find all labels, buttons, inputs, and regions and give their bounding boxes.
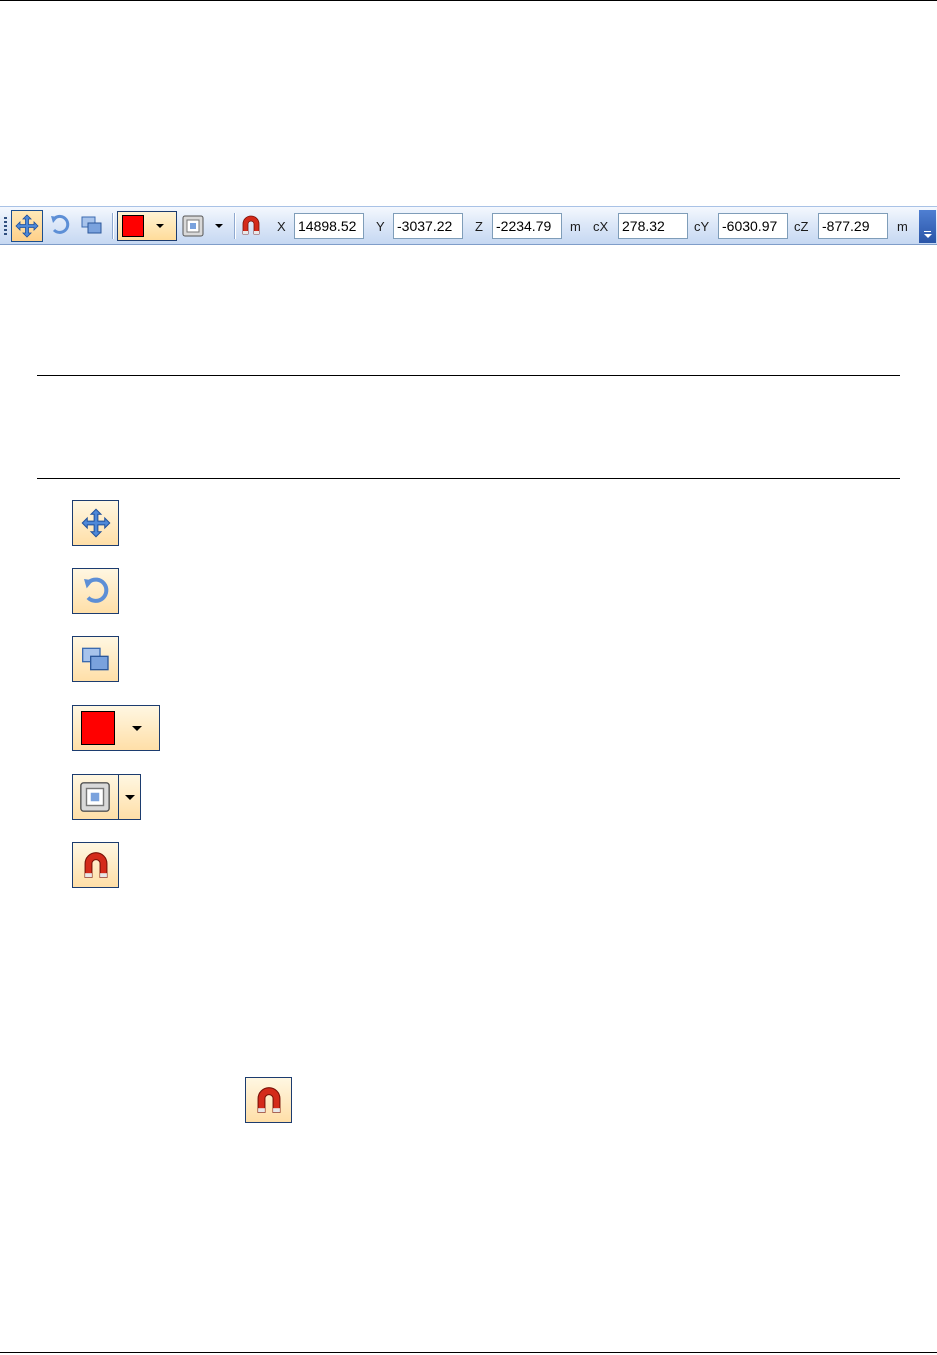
snap-button-inline[interactable] <box>245 1077 292 1123</box>
table-rule <box>37 478 900 479</box>
y-input[interactable] <box>393 213 463 239</box>
layer-button-large[interactable] <box>72 636 119 682</box>
move-icon <box>15 214 39 238</box>
snap-button[interactable] <box>236 210 266 240</box>
fill-style-icon <box>182 215 204 237</box>
chevron-down-icon <box>132 725 142 731</box>
chevron-down-icon <box>124 794 135 800</box>
cy-label: cY <box>694 219 710 234</box>
unit-label: m <box>897 219 908 234</box>
fill-style-dropdown[interactable] <box>181 211 231 241</box>
x-label: X <box>277 219 286 234</box>
fill-style-icon <box>80 782 110 812</box>
rotate-icon <box>51 214 70 234</box>
z-label: Z <box>475 219 483 234</box>
cz-label: cZ <box>794 219 809 234</box>
snap-button-large[interactable] <box>72 842 119 888</box>
rotate-icon <box>83 577 108 603</box>
fill-style-dropdown-large[interactable] <box>72 774 141 820</box>
move-button-large[interactable] <box>72 500 119 546</box>
unit-label: m <box>570 219 581 234</box>
chevron-down-icon <box>923 234 932 238</box>
copy-icon <box>81 216 102 234</box>
color-swatch <box>81 711 115 745</box>
magnet-icon <box>257 1087 280 1113</box>
move-button[interactable] <box>11 210 43 242</box>
magnet-icon <box>242 215 260 235</box>
toolbar-separator <box>112 213 113 239</box>
toolbar-grip[interactable] <box>4 217 7 237</box>
fill-style-arrow[interactable] <box>118 775 140 819</box>
x-input[interactable] <box>294 213 364 239</box>
color-dropdown[interactable] <box>117 211 177 241</box>
bottom-rule <box>0 1352 937 1353</box>
cy-input[interactable] <box>718 213 788 239</box>
coordinate-toolbar: X Y Z m cX cY cZ m <box>0 206 937 245</box>
chevron-down-icon <box>156 224 164 228</box>
top-rule <box>0 0 937 1</box>
color-swatch <box>122 215 144 237</box>
rotate-button[interactable] <box>45 210 75 240</box>
rotate-button-large[interactable] <box>72 568 119 614</box>
move-icon <box>81 508 110 538</box>
toolbar-overflow-button[interactable] <box>919 210 936 243</box>
copy-icon <box>81 647 109 671</box>
cz-input[interactable] <box>818 213 888 239</box>
layer-button[interactable] <box>77 210 107 240</box>
magnet-icon <box>84 852 107 878</box>
toolbar-separator <box>234 213 235 239</box>
z-input[interactable] <box>492 213 562 239</box>
color-dropdown-large[interactable] <box>72 705 160 751</box>
cx-label: cX <box>593 219 609 234</box>
chevron-down-icon <box>215 224 223 228</box>
cx-input[interactable] <box>618 213 688 239</box>
y-label: Y <box>376 219 385 234</box>
table-rule <box>37 375 900 376</box>
